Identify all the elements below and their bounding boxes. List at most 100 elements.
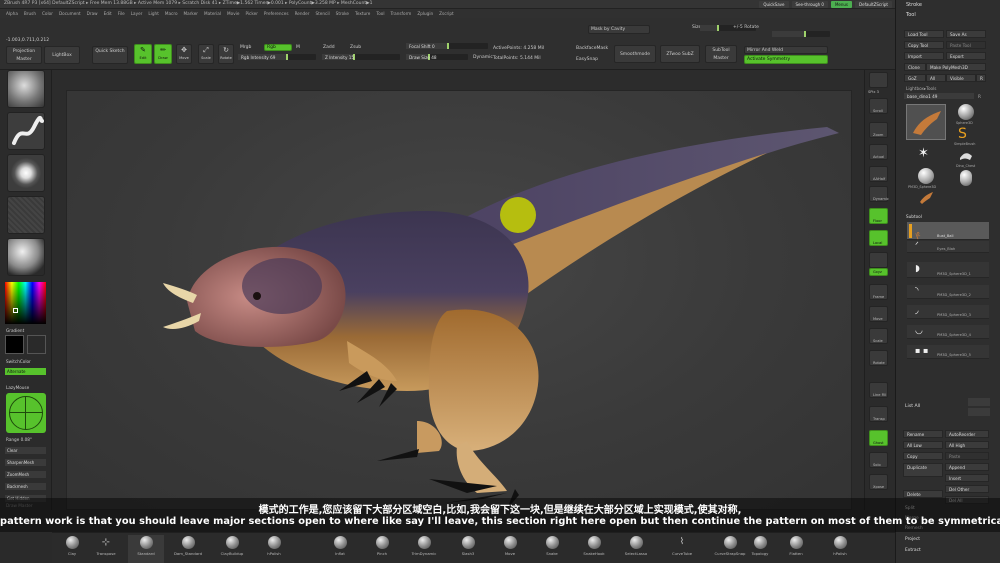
activate-symmetry-button[interactable]: Activate Symmetry <box>744 55 828 64</box>
stroke-thumbnail[interactable] <box>7 112 45 150</box>
brush-flatten[interactable]: Flatten <box>778 535 814 563</box>
list-all-button[interactable]: List All <box>905 404 920 409</box>
alpha-thumbnail[interactable] <box>7 154 45 192</box>
material-thumbnail[interactable] <box>7 238 45 276</box>
menu-stroke[interactable]: Stroke <box>336 11 349 16</box>
quicksave-button[interactable]: QuickSave <box>759 1 789 8</box>
project-section[interactable]: Project <box>905 537 920 542</box>
menu-preferences[interactable]: Preferences <box>264 11 289 16</box>
subtool-up-arrow[interactable] <box>968 398 990 406</box>
draw-button[interactable]: ✏ Draw <box>154 44 172 64</box>
cylinder3d-thumbnail[interactable] <box>960 170 972 186</box>
edit-button[interactable]: ✎ Edit <box>134 44 152 64</box>
menu-texture[interactable]: Texture <box>355 11 370 16</box>
frame-button[interactable]: Frame <box>869 284 888 300</box>
menu-layer[interactable]: Layer <box>131 11 143 16</box>
scroll-button[interactable]: Scroll <box>869 98 888 114</box>
stroke-palette-header[interactable]: Stroke <box>906 2 922 8</box>
delete-button[interactable]: Delete <box>903 490 943 498</box>
tool-palette-header[interactable]: Tool <box>906 12 916 18</box>
rotate-button[interactable]: ↻ Rotate <box>218 44 234 64</box>
subtool-item-active[interactable]: ᢞ Bust_Ball <box>907 222 989 243</box>
simplebrush-icon[interactable]: S <box>958 126 974 142</box>
brush-clay[interactable]: Clay <box>54 535 90 563</box>
paste-button[interactable]: Paste <box>945 452 989 460</box>
goz-visible-button[interactable]: Visible <box>946 74 976 82</box>
all-high-button[interactable]: All High <box>945 441 989 449</box>
smoothmode-button[interactable]: Smoothmode <box>614 45 656 63</box>
sharpen-mesh-button[interactable]: SharpenMesh <box>5 459 46 466</box>
export-button[interactable]: Export <box>946 52 986 60</box>
default-zscript-button[interactable]: DefaultZScript <box>855 1 892 8</box>
rotate-toggle[interactable]: +/-5 Rotate <box>733 25 759 30</box>
xyz-button[interactable] <box>869 252 888 268</box>
dynamic-toggle[interactable]: Dynamic <box>473 55 493 60</box>
import-button[interactable]: Import <box>904 52 944 60</box>
subtool-down-arrow[interactable] <box>968 408 990 416</box>
zoom-mesh-button[interactable]: ZoomMesh <box>5 471 46 478</box>
ghost-button[interactable]: Ghost <box>869 430 888 446</box>
see-through-slider[interactable]: See-through 0 <box>791 1 828 8</box>
base-dino-thumbnail[interactable] <box>918 190 934 206</box>
actual-button[interactable]: Actual <box>869 144 888 160</box>
del-other-button[interactable]: Del Other <box>945 485 989 493</box>
menu-movie[interactable]: Movie <box>227 11 239 16</box>
make-polymesh-button[interactable]: Make PolyMesh3D <box>926 63 986 71</box>
menu-material[interactable]: Material <box>204 11 221 16</box>
dynamic-persp-button[interactable]: Dynamic <box>869 186 889 202</box>
rename-button[interactable]: Rename <box>903 430 943 438</box>
goz-r-button[interactable]: R <box>976 74 986 82</box>
gxyz-button[interactable]: Gxyz <box>869 268 888 276</box>
rotate-view-button[interactable]: Rotate <box>869 350 888 366</box>
brush-thumbnail[interactable] <box>7 70 45 108</box>
zoom-button[interactable]: Zoom <box>869 122 888 138</box>
brush-hpolish-2[interactable]: hPolish <box>822 535 858 563</box>
append-button[interactable]: Append <box>945 463 989 471</box>
menu-color[interactable]: Color <box>42 11 53 16</box>
brush-hpolish[interactable]: hPolish <box>256 535 292 563</box>
menu-document[interactable]: Document <box>59 11 81 16</box>
lightbox-button[interactable]: LightBox <box>44 46 80 64</box>
lazymouse-dial[interactable] <box>6 393 46 433</box>
menu-zscript[interactable]: Zscript <box>439 11 454 16</box>
rotate-slider[interactable] <box>772 31 830 37</box>
subtool-item[interactable]: ◗ PM3D_Sphere3D_1 <box>907 262 989 278</box>
current-tool-slider[interactable]: base_dino1 49 <box>904 93 974 99</box>
menu-edit[interactable]: Edit <box>104 11 112 16</box>
subtool-item[interactable]: ◝ PM3D_Sphere3D_2 <box>907 285 989 299</box>
all-low-button[interactable]: All Low <box>903 441 943 449</box>
projection-master-button[interactable]: Projection Master <box>6 46 42 64</box>
brush-selectlasso[interactable]: SelectLasso <box>618 535 654 563</box>
move-button[interactable]: ✥ Move <box>176 44 192 64</box>
mirror-and-weld-button[interactable]: Mirror And Weld <box>744 46 828 54</box>
menu-macro[interactable]: Macro <box>165 11 178 16</box>
switch-color-button[interactable]: SwitchColor <box>6 359 31 364</box>
clone-button[interactable]: Clone <box>904 63 926 71</box>
menu-brush[interactable]: Brush <box>24 11 36 16</box>
backface-mask-toggle[interactable]: BackfaceMask <box>576 46 608 51</box>
brush-trimdynamic[interactable]: TrimDynamic <box>406 535 442 563</box>
menu-light[interactable]: Light <box>148 11 158 16</box>
menus-toggle[interactable]: Menus <box>830 1 853 8</box>
brush-inflat[interactable]: Inflat <box>322 535 358 563</box>
document-canvas[interactable] <box>66 90 852 510</box>
auto-reorder-button[interactable]: AutoReorder <box>945 430 989 438</box>
duplicate-button[interactable]: Duplicate <box>903 463 943 477</box>
bpr-button[interactable] <box>869 72 888 88</box>
subtool-item[interactable]: ▪ ▪ PM3D_Sphere3D_5 <box>907 345 989 359</box>
menu-picker[interactable]: Picker <box>245 11 257 16</box>
lightbox-tools-link[interactable]: Lightbox▸Tools <box>906 86 936 91</box>
color-picker[interactable] <box>5 282 46 324</box>
transp-button[interactable]: Transp <box>869 406 888 422</box>
local-button[interactable]: Local <box>869 230 888 246</box>
subtool-item[interactable]: ᐟ Eyes_Blah <box>907 241 989 253</box>
subtool-item[interactable]: ◞ PM3D_Sphere3D_3 <box>907 305 989 319</box>
menu-tool[interactable]: Tool <box>376 11 384 16</box>
floor-button[interactable]: Floor <box>869 208 888 224</box>
subtool-master-button[interactable]: SubTool Master <box>705 45 737 63</box>
easy-snap-toggle[interactable]: EasySnap <box>576 57 598 62</box>
star-icon[interactable]: ✶ <box>918 146 934 162</box>
brush-standard[interactable]: Standard <box>128 535 164 563</box>
texture-thumbnail[interactable] <box>7 196 45 234</box>
extract-section[interactable]: Extract <box>905 548 921 553</box>
